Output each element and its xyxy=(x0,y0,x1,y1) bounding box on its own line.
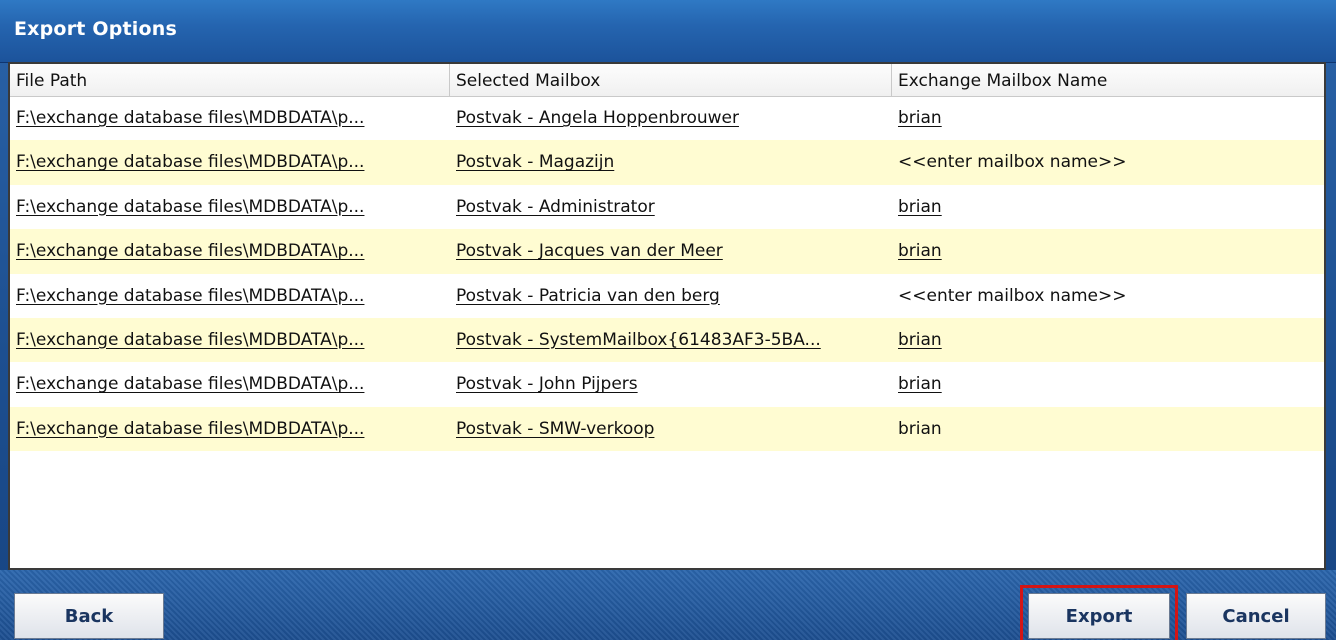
cancel-button[interactable]: Cancel xyxy=(1186,593,1326,639)
table-row[interactable]: F:\exchange database files\MDBDATA\p... … xyxy=(10,185,1324,229)
file-path-cell[interactable]: F:\exchange database files\MDBDATA\p... xyxy=(16,318,446,362)
selected-mailbox-cell[interactable]: Postvak - Patricia van den berg xyxy=(456,274,888,318)
file-path-cell[interactable]: F:\exchange database files\MDBDATA\p... xyxy=(16,96,446,140)
column-header-file-path[interactable]: File Path xyxy=(10,64,450,96)
exchange-mailbox-name-cell[interactable]: brian xyxy=(898,229,1318,273)
table-row[interactable]: F:\exchange database files\MDBDATA\p... … xyxy=(10,96,1324,140)
exchange-mailbox-name-cell[interactable]: brian xyxy=(898,185,1318,229)
selected-mailbox-cell[interactable]: Postvak - Angela Hoppenbrouwer xyxy=(456,96,888,140)
selected-mailbox-cell[interactable]: Postvak - Jacques van der Meer xyxy=(456,229,888,273)
file-path-cell[interactable]: F:\exchange database files\MDBDATA\p... xyxy=(16,362,446,406)
table-row[interactable]: F:\exchange database files\MDBDATA\p... … xyxy=(10,406,1324,452)
grid-header: File Path Selected Mailbox Exchange Mail… xyxy=(10,64,1324,97)
table-row[interactable]: F:\exchange database files\MDBDATA\p... … xyxy=(10,362,1324,406)
selected-mailbox-cell[interactable]: Postvak - Administrator xyxy=(456,185,888,229)
title-bar: Export Options xyxy=(0,0,1336,63)
window-title: Export Options xyxy=(14,18,177,40)
table-row[interactable]: F:\exchange database files\MDBDATA\p... … xyxy=(10,317,1324,363)
file-path-cell[interactable]: F:\exchange database files\MDBDATA\p... xyxy=(16,185,446,229)
selected-mailbox-cell[interactable]: Postvak - SystemMailbox{61483AF3-5BA... xyxy=(456,318,888,362)
table-row[interactable]: F:\exchange database files\MDBDATA\p... … xyxy=(10,140,1324,185)
column-header-selected-mailbox[interactable]: Selected Mailbox xyxy=(450,64,892,96)
exchange-mailbox-name-cell[interactable]: <<enter mailbox name>> xyxy=(898,274,1318,318)
back-button[interactable]: Back xyxy=(14,593,164,639)
exchange-mailbox-name-cell[interactable]: <<enter mailbox name>> xyxy=(898,140,1318,184)
selected-mailbox-cell[interactable]: Postvak - Magazijn xyxy=(456,140,888,184)
table-row[interactable]: F:\exchange database files\MDBDATA\p... … xyxy=(10,229,1324,274)
file-path-cell[interactable]: F:\exchange database files\MDBDATA\p... xyxy=(16,140,446,184)
export-options-window: Export Options File Path Selected Mailbo… xyxy=(0,0,1336,640)
file-path-cell[interactable]: F:\exchange database files\MDBDATA\p... xyxy=(16,407,446,451)
exchange-mailbox-name-cell[interactable]: brian xyxy=(898,96,1318,140)
mailbox-grid[interactable]: File Path Selected Mailbox Exchange Mail… xyxy=(8,62,1326,570)
selected-mailbox-cell[interactable]: Postvak - SMW-verkoop xyxy=(456,407,888,451)
exchange-mailbox-name-cell[interactable]: brian xyxy=(898,318,1318,362)
file-path-cell[interactable]: F:\exchange database files\MDBDATA\p... xyxy=(16,274,446,318)
file-path-cell[interactable]: F:\exchange database files\MDBDATA\p... xyxy=(16,229,446,273)
exchange-mailbox-name-cell[interactable]: brian xyxy=(898,407,1318,451)
selected-mailbox-cell[interactable]: Postvak - John Pijpers xyxy=(456,362,888,406)
button-bar: Back Export Cancel xyxy=(0,570,1336,640)
exchange-mailbox-name-cell[interactable]: brian xyxy=(898,362,1318,406)
table-row[interactable]: F:\exchange database files\MDBDATA\p... … xyxy=(10,274,1324,318)
column-header-exchange-mailbox-name[interactable]: Exchange Mailbox Name xyxy=(892,64,1324,96)
export-button[interactable]: Export xyxy=(1020,585,1178,640)
grid-rows: F:\exchange database files\MDBDATA\p... … xyxy=(10,96,1324,452)
